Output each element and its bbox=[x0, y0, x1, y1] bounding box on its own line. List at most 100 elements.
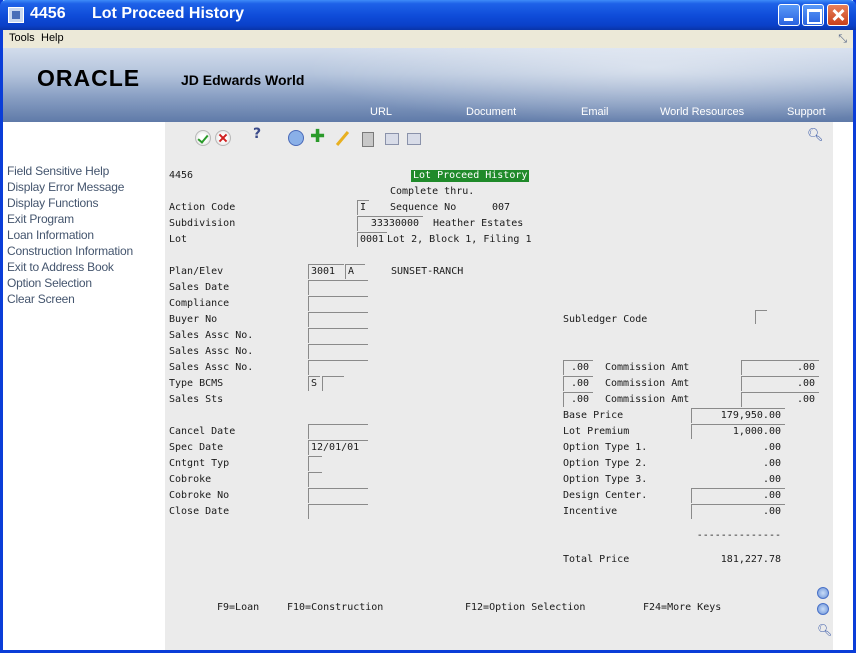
buyer-no-label: Buyer No bbox=[169, 314, 218, 325]
sequence-label: Sequence No bbox=[390, 202, 457, 213]
toolbar: ? ✚ 🔍︎ bbox=[165, 122, 833, 154]
type-bcms-field[interactable]: S bbox=[308, 376, 320, 391]
next-page-icon[interactable] bbox=[405, 130, 421, 146]
commission-pct-3[interactable]: .00 bbox=[563, 392, 593, 407]
option-type-3-value: .00 bbox=[762, 474, 781, 485]
minimize-button[interactable] bbox=[778, 4, 800, 26]
action-code-label: Action Code bbox=[169, 202, 236, 213]
sidebar-item-clear-screen[interactable]: Clear Screen bbox=[7, 292, 75, 306]
close-button[interactable] bbox=[827, 4, 849, 26]
zoom-search-icon[interactable]: 🔍︎ bbox=[817, 623, 832, 637]
nav-url[interactable]: URL bbox=[370, 106, 392, 118]
menu-help[interactable]: Help bbox=[41, 32, 64, 44]
sales-assoc-1-field[interactable] bbox=[308, 328, 368, 343]
lot-field[interactable]: 0001 bbox=[357, 232, 387, 247]
add-plus-icon[interactable]: ✚ bbox=[310, 126, 326, 147]
menu-tools[interactable]: Tools bbox=[9, 32, 35, 44]
scroll-up-icon[interactable] bbox=[817, 587, 829, 599]
commission-pct-1[interactable]: .00 bbox=[563, 360, 593, 375]
cobroke-no-field[interactable] bbox=[308, 488, 368, 503]
sales-date-field[interactable] bbox=[308, 280, 368, 295]
commission-amt-2-label: Commission Amt bbox=[605, 378, 690, 389]
cancel-x-icon[interactable] bbox=[215, 130, 231, 146]
buyer-no-field[interactable] bbox=[308, 312, 368, 327]
sidebar-item-display-functions[interactable]: Display Functions bbox=[7, 196, 99, 210]
sidebar-item-option-selection[interactable]: Option Selection bbox=[7, 276, 92, 290]
sales-assoc-3-label: Sales Assc No. bbox=[169, 362, 254, 373]
inquire-icon[interactable] bbox=[288, 130, 304, 146]
window-number: 4456 bbox=[30, 5, 66, 22]
search-icon[interactable]: 🔍︎ bbox=[807, 128, 824, 144]
lot-premium-field[interactable]: 1,000.00 bbox=[691, 424, 785, 439]
cancel-date-field[interactable] bbox=[308, 424, 368, 439]
ok-check-icon[interactable] bbox=[195, 130, 211, 146]
type-bcms-field-2[interactable] bbox=[322, 376, 344, 391]
spec-date-field[interactable]: 12/01/01 bbox=[308, 440, 368, 455]
elev-field[interactable]: A bbox=[345, 264, 365, 279]
app-window: 4456 Lot Proceed History Tools Help ⤡ OR… bbox=[0, 0, 856, 653]
commission-pct-2[interactable]: .00 bbox=[563, 376, 593, 391]
spec-date-label: Spec Date bbox=[169, 442, 224, 453]
close-date-field[interactable] bbox=[308, 504, 368, 519]
title-bar[interactable]: 4456 Lot Proceed History bbox=[0, 0, 856, 30]
sales-assoc-2-field[interactable] bbox=[308, 344, 368, 359]
change-pencil-icon[interactable] bbox=[335, 130, 351, 146]
app-window-icon[interactable] bbox=[8, 7, 24, 23]
fkey-option-selection[interactable]: F12=Option Selection bbox=[465, 602, 585, 614]
nav-document[interactable]: Document bbox=[466, 106, 516, 118]
subdivision-field[interactable]: 33330000 bbox=[357, 216, 423, 231]
plan-elev-label: Plan/Elev bbox=[169, 266, 224, 277]
design-center-field[interactable]: .00 bbox=[691, 488, 785, 503]
commission-amt-1-field[interactable]: .00 bbox=[741, 360, 819, 375]
sidebar-item-address-book[interactable]: Exit to Address Book bbox=[7, 260, 114, 274]
cobroke-field[interactable] bbox=[308, 472, 322, 487]
sidebar-item-field-help[interactable]: Field Sensitive Help bbox=[7, 164, 109, 178]
design-center-label: Design Center. bbox=[563, 490, 648, 501]
scroll-down-icon[interactable] bbox=[817, 603, 829, 615]
option-type-2-label: Option Type 2. bbox=[563, 458, 648, 469]
nav-world-resources[interactable]: World Resources bbox=[660, 106, 744, 118]
commission-amt-3-label: Commission Amt bbox=[605, 394, 690, 405]
delete-trash-icon[interactable] bbox=[359, 130, 375, 147]
form-panel: ? ✚ 🔍︎ 4456 Lot Proceed History Complete… bbox=[165, 122, 833, 650]
option-type-1-label: Option Type 1. bbox=[563, 442, 648, 453]
product-name: JD Edwards World bbox=[181, 72, 305, 88]
sidebar-item-loan-info[interactable]: Loan Information bbox=[7, 228, 94, 242]
fkey-construction[interactable]: F10=Construction bbox=[287, 602, 383, 614]
plan-field[interactable]: 3001 bbox=[308, 264, 344, 279]
base-price-field[interactable]: 179,950.00 bbox=[691, 408, 785, 423]
nav-email[interactable]: Email bbox=[581, 106, 609, 118]
help-question-icon[interactable]: ? bbox=[253, 126, 269, 142]
incentive-field[interactable]: .00 bbox=[691, 504, 785, 519]
sales-date-label: Sales Date bbox=[169, 282, 230, 293]
sidebar-item-error-message[interactable]: Display Error Message bbox=[7, 180, 124, 194]
subledger-code-field[interactable] bbox=[755, 310, 767, 324]
sidebar-item-construction-info[interactable]: Construction Information bbox=[7, 244, 133, 258]
lot-description: Lot 2, Block 1, Filing 1 bbox=[387, 234, 532, 245]
sidebar-item-exit-program[interactable]: Exit Program bbox=[7, 212, 74, 226]
sales-assoc-3-field[interactable] bbox=[308, 360, 368, 375]
subdivision-name: Heather Estates bbox=[433, 218, 524, 229]
action-code-field[interactable]: I bbox=[357, 200, 369, 215]
commission-amt-2-field[interactable]: .00 bbox=[741, 376, 819, 391]
program-id: 4456 bbox=[169, 170, 194, 181]
lot-label: Lot bbox=[169, 234, 188, 245]
sales-assoc-1-label: Sales Assc No. bbox=[169, 330, 254, 341]
commission-amt-3-field[interactable]: .00 bbox=[741, 392, 819, 407]
compliance-field[interactable] bbox=[308, 296, 368, 311]
sales-sts-label: Sales Sts bbox=[169, 394, 224, 405]
fkey-more-keys[interactable]: F24=More Keys bbox=[643, 602, 721, 614]
commission-amt-1-label: Commission Amt bbox=[605, 362, 690, 373]
right-edge-strip bbox=[833, 122, 853, 650]
nav-support[interactable]: Support bbox=[787, 106, 826, 118]
plan-name: SUNSET-RANCH bbox=[391, 266, 464, 277]
previous-page-icon[interactable] bbox=[383, 130, 399, 146]
contingent-type-field[interactable] bbox=[308, 456, 322, 471]
sequence-value: 007 bbox=[492, 202, 511, 213]
base-price-label: Base Price bbox=[563, 410, 624, 421]
subledger-code-label: Subledger Code bbox=[563, 314, 648, 325]
window-title: Lot Proceed History bbox=[92, 5, 245, 22]
subdivision-label: Subdivision bbox=[169, 218, 236, 229]
fkey-loan[interactable]: F9=Loan bbox=[217, 602, 259, 614]
maximize-button[interactable] bbox=[802, 4, 824, 26]
